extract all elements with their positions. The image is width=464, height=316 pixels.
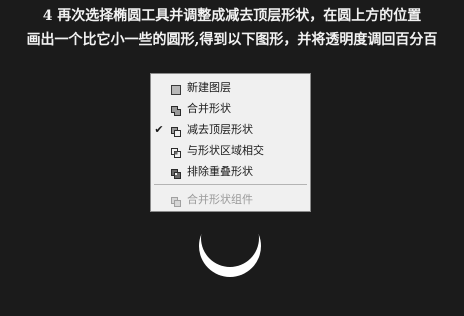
new-layer-icon xyxy=(170,82,182,95)
caption-line-2: 画出一个比它小一些的圆形,得到以下图形，并将透明度调回百分百 xyxy=(26,32,438,48)
menu-item-merge-shape-components[interactable]: 合并形状组件 xyxy=(151,189,310,211)
menu-item-exclude-overlapping-shapes[interactable]: 排除重叠形状 xyxy=(151,161,310,183)
check-mark: ✔ xyxy=(154,123,164,136)
menu-item-label: 排除重叠形状 xyxy=(187,165,253,178)
combine-shapes-icon xyxy=(170,103,182,116)
menu-item-combine-shapes[interactable]: 合并形状 xyxy=(151,98,310,120)
exclude-overlapping-shapes-icon xyxy=(170,166,182,179)
menu-item-label: 合并形状组件 xyxy=(187,193,253,206)
path-operations-menu: 新建图层 合并形状 ✔ 减去顶层形状 与形状区域相交 排除重叠形状 合并形状组件 xyxy=(150,73,311,212)
intersect-shape-areas-icon xyxy=(170,145,182,158)
caption-line-1: 4 再次选择椭圆工具并调整成减去顶层形状，在圆上方的位置 xyxy=(42,8,422,24)
menu-item-label: 合并形状 xyxy=(187,102,231,115)
menu-separator xyxy=(154,184,307,185)
menu-item-intersect-shape-areas[interactable]: 与形状区域相交 xyxy=(151,140,310,162)
menu-item-subtract-front-shape[interactable]: ✔ 减去顶层形状 xyxy=(151,119,310,141)
menu-item-label: 与形状区域相交 xyxy=(187,144,264,157)
merge-shape-components-icon xyxy=(170,194,182,207)
crescent-moon-shape xyxy=(199,232,261,277)
menu-item-label: 新建图层 xyxy=(187,81,231,94)
menu-item-new-layer[interactable]: 新建图层 xyxy=(151,77,310,99)
menu-item-label: 减去顶层形状 xyxy=(187,123,253,136)
subtract-front-shape-icon xyxy=(170,124,182,137)
